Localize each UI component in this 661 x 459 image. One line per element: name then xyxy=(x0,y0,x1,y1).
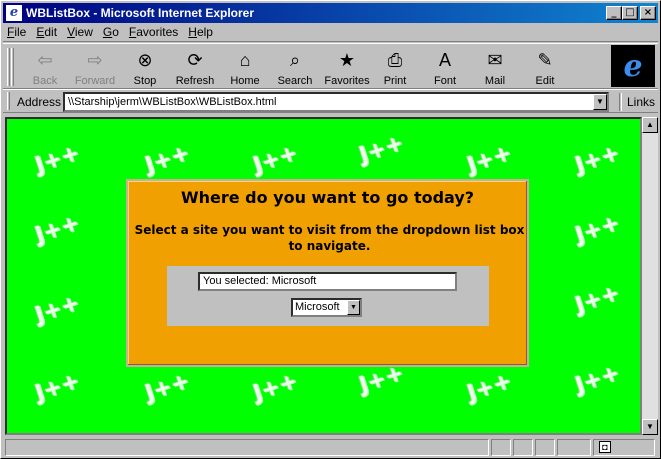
page-viewport: J++ J++ J++ J++ J++ J++ J++ J++ J++ J++ … xyxy=(5,117,642,435)
menu-file[interactable]: File xyxy=(7,25,26,39)
search-button[interactable]: ⌕ Search xyxy=(270,46,320,88)
stop-icon: ⊗ xyxy=(137,50,153,70)
ie-logo[interactable]: e xyxy=(611,45,655,87)
printer-icon: ⎙ xyxy=(387,50,403,70)
home-button[interactable]: ⌂ Home xyxy=(220,46,270,88)
stop-button[interactable]: ⊗ Stop xyxy=(120,46,170,88)
dropdown-arrow-icon[interactable]: ▼ xyxy=(347,300,360,315)
back-arrow-icon: ⇦ xyxy=(37,50,53,70)
applet-area: You selected: Microsoft Microsoft ▼ xyxy=(167,266,489,326)
menu-help[interactable]: Help xyxy=(188,25,213,39)
title-bar[interactable]: e WBListBox - Microsoft Internet Explore… xyxy=(3,3,658,23)
selection-textbox[interactable]: You selected: Microsoft xyxy=(198,272,457,291)
address-bar: Address \\Starship\jerm\WBListBox\WBList… xyxy=(3,89,658,113)
mail-button[interactable]: ✉ Mail xyxy=(470,46,520,88)
close-button[interactable]: × xyxy=(640,6,656,20)
jpp-watermark: J++ xyxy=(32,140,83,179)
menu-bar: File Edit View Go Favorites Help xyxy=(3,23,658,42)
status-bar: ◘ xyxy=(3,437,658,457)
jpp-watermark: J++ xyxy=(32,290,83,329)
jpp-watermark: J++ xyxy=(250,368,301,407)
jpp-watermark: J++ xyxy=(142,368,193,407)
print-button[interactable]: ⎙ Print xyxy=(370,46,420,88)
browser-window: e WBListBox - Microsoft Internet Explore… xyxy=(0,0,661,459)
forward-arrow-icon: ⇨ xyxy=(87,50,103,70)
address-grip[interactable] xyxy=(7,92,10,110)
refresh-icon: ⟳ xyxy=(187,50,203,70)
page-heading: Where do you want to go today? xyxy=(180,188,475,207)
menu-edit[interactable]: Edit xyxy=(36,25,57,39)
favorites-folder-icon: ★ xyxy=(338,50,356,70)
links-button[interactable]: Links xyxy=(627,95,655,109)
edit-icon: ✎ xyxy=(537,50,553,70)
mail-icon: ✉ xyxy=(487,50,503,70)
status-pane xyxy=(491,439,511,456)
jpp-watermark: J++ xyxy=(32,368,83,407)
home-icon: ⌂ xyxy=(239,50,251,70)
address-label: Address xyxy=(17,95,62,109)
jpp-watermark: J++ xyxy=(572,140,623,179)
status-pane xyxy=(535,439,555,456)
address-dropdown-button[interactable]: ▼ xyxy=(593,94,607,110)
jpp-watermark: J++ xyxy=(464,140,515,179)
status-pane xyxy=(513,439,533,456)
zone-icon: ◘ xyxy=(599,441,611,453)
minimize-button[interactable]: _ xyxy=(606,6,622,20)
refresh-button[interactable]: ⟳ Refresh xyxy=(170,46,220,88)
site-dropdown[interactable]: Microsoft ▼ xyxy=(291,298,362,317)
links-separator xyxy=(619,93,622,111)
jpp-watermark: J++ xyxy=(32,210,83,249)
scroll-up-button[interactable]: ▲ xyxy=(642,117,658,133)
site-dropdown-value: Microsoft xyxy=(295,301,340,313)
edit-button[interactable]: ✎ Edit xyxy=(520,46,570,88)
status-pane xyxy=(557,439,591,456)
forward-button[interactable]: ⇨ Forward xyxy=(70,46,120,88)
back-button[interactable]: ⇦ Back xyxy=(20,46,70,88)
instructions-text: Select a site you want to visit from the… xyxy=(134,223,525,253)
maximize-button[interactable]: □ xyxy=(622,6,638,20)
window-title: WBListBox - Microsoft Internet Explorer xyxy=(26,6,255,20)
menu-view[interactable]: View xyxy=(67,25,93,39)
toolbar-grip[interactable] xyxy=(7,48,10,86)
font-button[interactable]: A Font xyxy=(420,46,470,88)
jpp-watermark: J++ xyxy=(250,140,301,179)
menu-favorites[interactable]: Favorites xyxy=(129,25,178,39)
ie-icon[interactable]: e xyxy=(6,5,22,21)
jpp-watermark: J++ xyxy=(142,140,193,179)
jpp-watermark: J++ xyxy=(572,280,623,319)
scroll-down-button[interactable]: ▼ xyxy=(642,419,658,435)
toolbar-grip-2[interactable] xyxy=(11,48,14,86)
status-text-pane xyxy=(5,439,489,456)
favorites-button[interactable]: ★ Favorites xyxy=(320,46,374,88)
jpp-watermark: J++ xyxy=(572,210,623,249)
search-icon: ⌕ xyxy=(289,50,301,70)
menu-go[interactable]: Go xyxy=(103,25,119,39)
toolbar: ⇦ Back ⇨ Forward ⊗ Stop ⟳ Refresh ⌂ Home ⌕ Sea… xyxy=(3,43,658,89)
font-icon: A xyxy=(438,50,451,70)
jpp-watermark: J++ xyxy=(464,368,515,407)
address-input[interactable]: \\Starship\jerm\WBListBox\WBListBox.html xyxy=(63,92,609,112)
jpp-watermark: J++ xyxy=(356,130,407,169)
jpp-watermark: J++ xyxy=(572,360,623,399)
vertical-scrollbar[interactable]: ▲ ▼ xyxy=(642,117,658,435)
content-panel: Where do you want to go today? Select a … xyxy=(126,179,529,367)
